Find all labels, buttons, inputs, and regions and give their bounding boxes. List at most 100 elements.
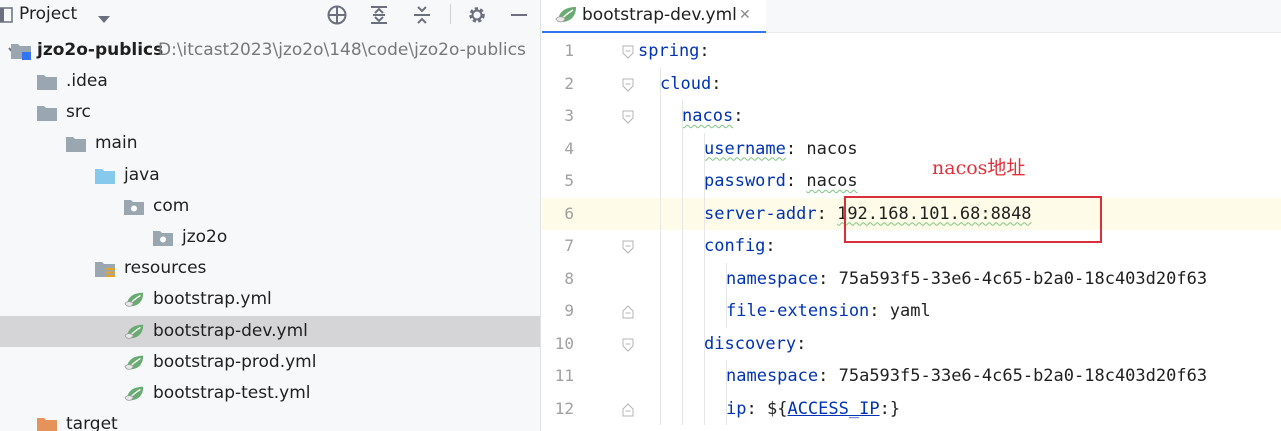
tree-item-label: resources bbox=[124, 258, 207, 278]
folder-icon bbox=[65, 134, 86, 152]
yaml-key: nacos bbox=[682, 106, 734, 126]
minimize-icon[interactable] bbox=[507, 3, 531, 27]
close-icon[interactable]: ✕ bbox=[739, 8, 751, 22]
line-number: 7 bbox=[564, 236, 574, 255]
env-variable-reference[interactable]: ACCESS_IP bbox=[787, 399, 879, 419]
yaml-separator: : bbox=[711, 73, 722, 94]
code-line[interactable]: 4 username: nacos bbox=[542, 133, 1281, 166]
fold-marker-icon[interactable] bbox=[621, 77, 635, 92]
tab-bootstrap-dev-yml[interactable]: bootstrap-dev.yml ✕ bbox=[542, 0, 766, 33]
locate-crosshair-icon[interactable] bbox=[325, 3, 349, 27]
line-number: 6 bbox=[564, 203, 574, 223]
code-text: cloud: bbox=[660, 73, 721, 95]
yaml-separator: : bbox=[733, 106, 744, 126]
tree-item-label: jzo2o-publics bbox=[37, 40, 164, 60]
tree-item-label: bootstrap-test.yml bbox=[153, 383, 311, 403]
yaml-key: discovery bbox=[704, 333, 797, 354]
folder-icon bbox=[36, 72, 57, 90]
tree-item[interactable]: bootstrap-prod.yml bbox=[0, 347, 540, 378]
line-number: 12 bbox=[554, 398, 574, 418]
package-icon bbox=[152, 228, 173, 246]
expand-all-icon[interactable] bbox=[367, 3, 391, 27]
code-line[interactable]: 5 password: nacos bbox=[542, 165, 1281, 198]
tree-item[interactable]: resources bbox=[0, 253, 540, 284]
tree-item[interactable]: com bbox=[0, 191, 540, 222]
fold-marker-icon[interactable] bbox=[621, 44, 635, 59]
code-line[interactable]: 10 discovery: bbox=[542, 328, 1281, 361]
yaml-separator: : bbox=[869, 301, 890, 321]
tree-item[interactable]: jzo2o bbox=[0, 222, 540, 253]
tree-item[interactable]: bootstrap-dev.yml bbox=[0, 316, 540, 347]
yaml-separator: : bbox=[796, 333, 807, 354]
tree-item-label: bootstrap-dev.yml bbox=[153, 321, 308, 341]
code-text: nacos: bbox=[682, 105, 743, 127]
tree-item[interactable]: bootstrap.yml bbox=[0, 284, 540, 315]
tree-item[interactable]: .idea bbox=[0, 66, 540, 97]
code-text: discovery: bbox=[704, 333, 806, 355]
fold-marker-icon[interactable] bbox=[621, 239, 635, 254]
code-text: namespace: 75a593f5-33e6-4c65-b2a0-18c40… bbox=[726, 365, 1207, 387]
collapse-all-icon[interactable] bbox=[410, 3, 434, 27]
spring-yml-icon bbox=[123, 322, 144, 340]
code-line[interactable]: 11 namespace: 75a593f5-33e6-4c65-b2a0-18c… bbox=[542, 360, 1281, 393]
tree-item-label: bootstrap-prod.yml bbox=[153, 352, 317, 372]
tree-item[interactable]: jzo2o-publics D:\itcast2023\jzo2o\148\cod… bbox=[0, 35, 540, 66]
tree-item[interactable]: target bbox=[0, 409, 540, 431]
yaml-key: file-extension bbox=[726, 301, 870, 321]
yaml-separator: : bbox=[816, 203, 838, 224]
yaml-key: password bbox=[704, 171, 786, 191]
tree-item-label: java bbox=[124, 165, 160, 185]
project-view-icon bbox=[0, 3, 18, 27]
yaml-key: spring bbox=[638, 41, 700, 61]
project-path: D:\itcast2023\jzo2o\148\code\jzo2o-publi… bbox=[158, 40, 526, 60]
code-line[interactable]: 8 namespace: 75a593f5-33e6-4c65-b2a0-18c4… bbox=[542, 263, 1281, 296]
spring-yml-icon bbox=[123, 353, 144, 371]
code-text: username: nacos bbox=[704, 138, 858, 160]
module-folder-icon bbox=[10, 41, 31, 60]
spring-yml-icon bbox=[123, 290, 144, 308]
gear-icon[interactable] bbox=[465, 3, 489, 27]
tree-item-label: src bbox=[66, 102, 91, 122]
yaml-value: nacos bbox=[806, 171, 858, 191]
code-text: spring: bbox=[638, 40, 710, 62]
fold-marker-icon[interactable] bbox=[621, 337, 635, 352]
code-line[interactable]: 3 nacos: bbox=[542, 100, 1281, 133]
tree-item[interactable]: src bbox=[0, 97, 540, 128]
tree-item-label: bootstrap.yml bbox=[153, 289, 272, 309]
line-number: 4 bbox=[564, 138, 574, 158]
code-line[interactable]: 12 ip: ${ACCESS_IP:} bbox=[542, 393, 1281, 426]
yaml-separator: : bbox=[699, 41, 710, 61]
code-editor: bootstrap-dev.yml ✕ 1 spring: 2 cloud: 3 naco… bbox=[542, 0, 1281, 431]
code-line[interactable]: 1 spring: bbox=[542, 35, 1281, 68]
fold-end-icon[interactable] bbox=[621, 304, 635, 319]
chevron-down-icon[interactable] bbox=[97, 10, 111, 29]
yaml-key: namespace bbox=[726, 366, 819, 386]
fold-marker-icon[interactable] bbox=[621, 109, 635, 124]
package-icon bbox=[123, 197, 144, 215]
yaml-key: namespace bbox=[726, 268, 819, 289]
indent-guide bbox=[726, 360, 727, 425]
indent-guide bbox=[660, 67, 661, 425]
yaml-value: yaml bbox=[889, 301, 931, 321]
tree-item-label: com bbox=[153, 196, 190, 216]
folder-icon bbox=[36, 103, 57, 121]
tree-item[interactable]: bootstrap-test.yml bbox=[0, 378, 540, 409]
code-line[interactable]: 9 file-extension: yaml bbox=[542, 295, 1281, 328]
tree-item[interactable]: main bbox=[0, 128, 540, 159]
yaml-key: server-addr bbox=[704, 203, 817, 224]
yaml-value: 75a593f5-33e6-4c65-b2a0-18c403d20f63 bbox=[838, 366, 1208, 386]
yaml-value: nacos bbox=[806, 138, 858, 159]
tree-item-label: target bbox=[66, 414, 118, 431]
annotation-label: nacos地址 bbox=[932, 157, 1026, 179]
spring-yml-icon bbox=[123, 384, 144, 402]
project-panel-title[interactable]: Project bbox=[19, 3, 77, 25]
tree-item[interactable]: java bbox=[0, 160, 540, 191]
excluded-folder-icon bbox=[36, 415, 57, 431]
fold-end-icon[interactable] bbox=[621, 402, 635, 416]
source-folder-icon bbox=[94, 166, 115, 184]
code-line[interactable]: 2 cloud: bbox=[542, 68, 1281, 101]
yaml-separator: : bbox=[818, 268, 839, 289]
resources-folder-icon bbox=[94, 259, 115, 277]
yaml-separator: : bbox=[765, 236, 776, 256]
annotation-highlight-box bbox=[844, 196, 1102, 243]
